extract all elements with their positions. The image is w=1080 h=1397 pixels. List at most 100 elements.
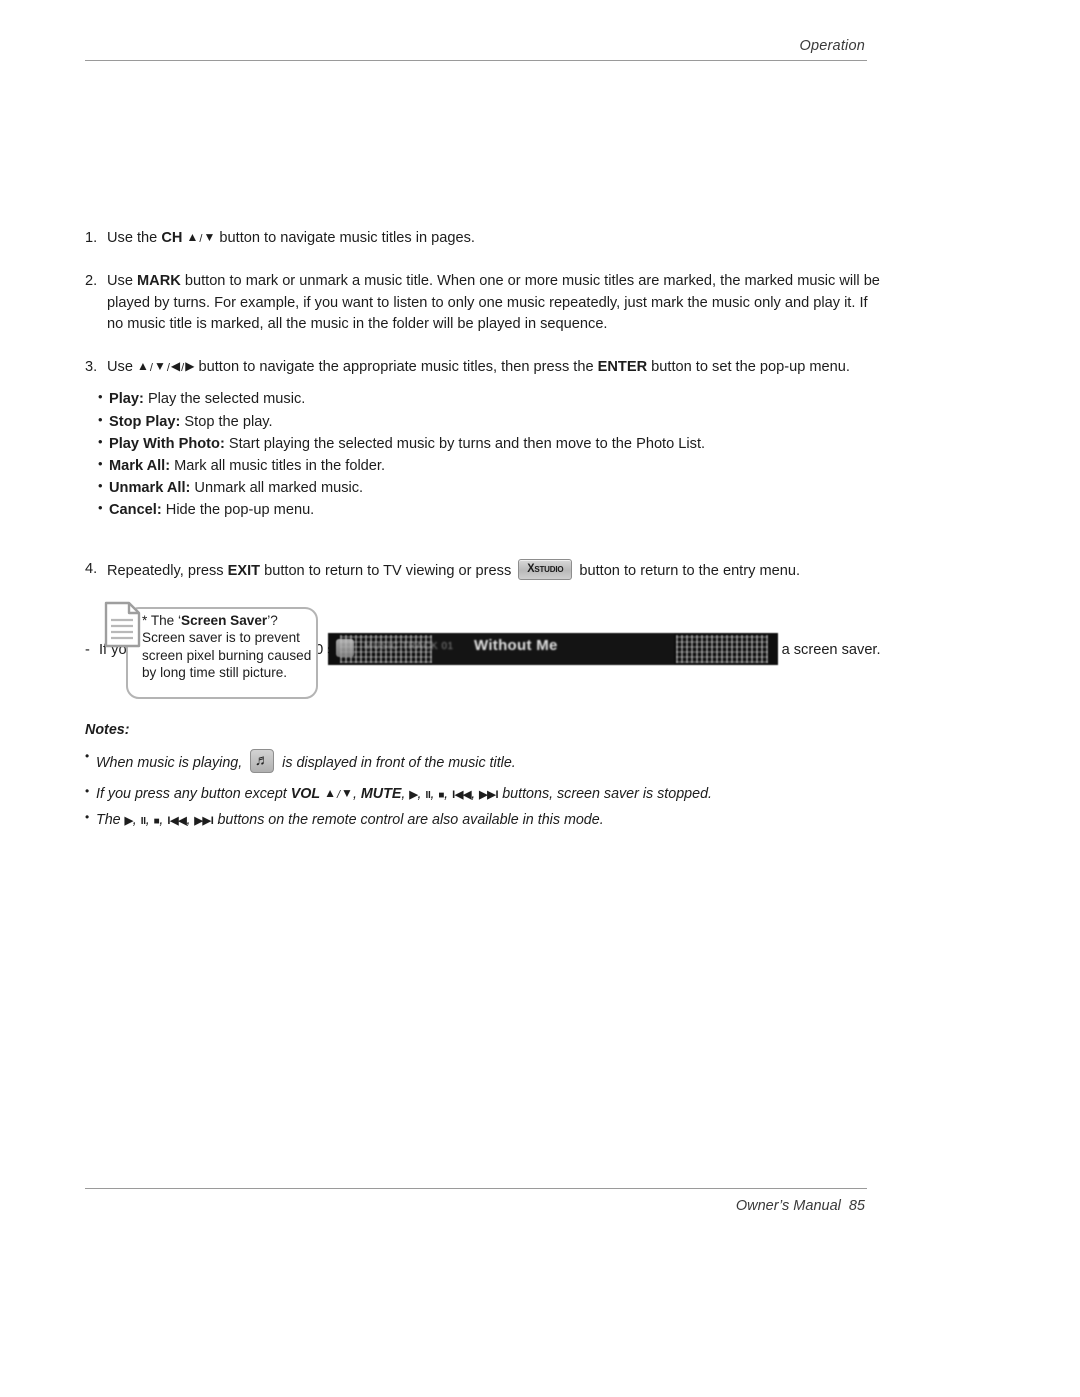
popup-item-unmark-all-label: Unmark All: [109, 480, 191, 497]
popup-item-unmark-all-desc: Unmark all marked music. [190, 480, 364, 497]
step-1-text: Use the CH ▲/▼ button to navigate music … [107, 228, 885, 249]
page-header: Operation [85, 38, 867, 61]
popup-item-play-label: Play: [109, 391, 144, 408]
arrow-up-icon: ▲ [137, 359, 149, 374]
arrow-down-icon: ▼ [341, 786, 353, 801]
notes-section: Notes: When music is playing, ♬ is displ… [85, 720, 885, 842]
xstudio-x: X [527, 562, 535, 575]
header-divider [85, 60, 867, 61]
arrow-down-icon: ▼ [203, 230, 216, 244]
next-icon: ▶▶I [479, 789, 499, 802]
spacer-after-bullets [85, 522, 885, 559]
xstudio-button-label: X STUDIO [519, 560, 571, 579]
next-icon: ▶▶I [194, 815, 214, 828]
step-3-mid: button to navigate the appropriate music… [194, 359, 598, 376]
callout-line1-bold: Screen Saver [181, 613, 268, 628]
arrow-right-icon: ▶ [185, 359, 195, 374]
step-4: 4. Repeatedly, press EXIT button to retu… [85, 558, 885, 582]
step-1-bold-ch: CH [161, 230, 183, 246]
manual-page: Operation 1. Use the CH ▲/▼ button to na… [0, 0, 1080, 1397]
callout-text: * The ‘Screen Saver’? Screen saver is to… [142, 612, 322, 682]
arrow-down-icon: ▼ [153, 359, 166, 374]
callout-line1-post: ’? [267, 613, 278, 628]
callout-body: Screen saver is to prevent screen pixel … [142, 630, 312, 681]
play-icon: ▶ [124, 815, 133, 828]
footer-content: Owner’s Manual 85 [85, 1198, 867, 1214]
step-4-text: Repeatedly, press EXIT button to return … [107, 558, 885, 582]
previous-icon: I◀◀ [452, 789, 472, 802]
popup-item-play-with-photo: Play With Photo: Start playing the selec… [98, 432, 885, 455]
callout-line1-pre: * The ‘ [142, 613, 182, 628]
step-1-number: 1. [85, 230, 98, 246]
step-4-post: button to return to the entry menu. [575, 562, 801, 579]
strip-music-icon [336, 639, 354, 657]
note-3-sep-2: , [145, 812, 154, 829]
step-2-pre: Use [107, 273, 138, 290]
step-4-pre: Repeatedly, press [107, 562, 228, 579]
arrow-up-icon: ▲ [324, 786, 336, 801]
note-3-pre: The [96, 812, 125, 829]
note-2-pre: If you press any button except [96, 786, 291, 803]
popup-item-mark-all-label: Mark All: [109, 458, 171, 474]
note-1-post: is displayed in front of the music title… [278, 754, 516, 771]
step-1-post: button to navigate music titles in pages… [215, 230, 475, 246]
previous-icon: I◀◀ [167, 815, 187, 828]
strip-right-texture [676, 635, 768, 663]
note-2-post: buttons, screen saver is stopped. [498, 786, 712, 803]
instructions-body: 1. Use the CH ▲/▼ button to navigate mus… [85, 228, 885, 661]
music-note-icon: ♬ [250, 748, 275, 773]
note-2-vol: VOL [290, 786, 321, 803]
note-2: If you press any button except VOL ▲/▼, … [85, 783, 885, 805]
step-2-post: button to mark or unmark a music title. … [107, 273, 880, 332]
step-3-post: button to set the pop-up menu. [647, 359, 850, 376]
xstudio-studio: STUDIO [534, 563, 564, 574]
popup-item-cancel-label: Cancel: [109, 502, 162, 519]
note-1-pre: When music is playing, [96, 754, 247, 771]
step-4-bold-exit: EXIT [227, 562, 261, 579]
strip-track-meta: MUSIC TRACK 01 [364, 641, 454, 652]
popup-menu-list: Play: Play the selected music. Stop Play… [98, 387, 885, 521]
music-note-glyph: ♬ [254, 752, 270, 770]
notes-title: Notes: [85, 722, 130, 738]
step-4-number: 4. [85, 560, 98, 577]
popup-item-unmark-all: Unmark All: Unmark all marked music. [98, 476, 885, 499]
step-2-number: 2. [85, 273, 98, 290]
step-3-number: 3. [85, 359, 98, 376]
step-2-bold-mark: MARK [137, 273, 181, 290]
popup-item-mark-all: Mark All: Mark all music titles in the f… [98, 454, 885, 477]
step-4-mid: button to return to TV viewing or press [260, 562, 516, 579]
note-3-sep-1: , [132, 812, 141, 829]
note-2-sep-4: , [471, 786, 480, 803]
footer-divider [85, 1188, 867, 1189]
step-1-pre: Use the [107, 230, 162, 246]
popup-item-play-with-photo-desc: Start playing the selected music by turn… [224, 435, 706, 452]
note-2-mute: MUTE [360, 786, 402, 803]
page-number: 85 [848, 1198, 865, 1214]
play-icon: ▶ [409, 789, 418, 802]
play-information-box: MUSIC TRACK 01 Without Me [328, 633, 778, 665]
dash-marker: - [85, 641, 90, 658]
strip-song-title: Without Me [474, 637, 558, 654]
step-2-text: Use MARK button to mark or unmark a musi… [107, 271, 885, 335]
popup-item-cancel: Cancel: Hide the pop-up menu. [98, 498, 885, 521]
popup-item-stop-play-desc: Stop the play. [180, 413, 273, 430]
document-icon [104, 601, 141, 648]
step-3: 3. Use ▲/▼/◀/▶ button to navigate the ap… [85, 357, 885, 378]
note-3-post: buttons on the remote control are also a… [213, 812, 604, 829]
popup-item-stop-play: Stop Play: Stop the play. [98, 410, 885, 433]
step-1: 1. Use the CH ▲/▼ button to navigate mus… [85, 228, 885, 249]
manual-label: Owner’s Manual [735, 1198, 841, 1214]
step-3-pre: Use [107, 359, 138, 376]
popup-item-play-desc: Play the selected music. [143, 391, 306, 408]
section-label: Operation [799, 38, 865, 54]
popup-item-cancel-desc: Hide the pop-up menu. [161, 502, 315, 519]
arrow-left-icon: ◀ [170, 359, 181, 374]
popup-item-play-with-photo-label: Play With Photo: [109, 435, 225, 452]
note-1: When music is playing, ♬ is displayed in… [85, 748, 885, 774]
popup-item-play: Play: Play the selected music. [98, 387, 885, 410]
popup-item-mark-all-desc: Mark all music titles in the folder. [170, 458, 386, 474]
step-2: 2. Use MARK button to mark or unmark a m… [85, 271, 885, 335]
step-3-bold-enter: ENTER [597, 359, 648, 376]
xstudio-button[interactable]: X STUDIO [518, 558, 573, 580]
popup-item-stop-play-label: Stop Play: [109, 413, 181, 430]
